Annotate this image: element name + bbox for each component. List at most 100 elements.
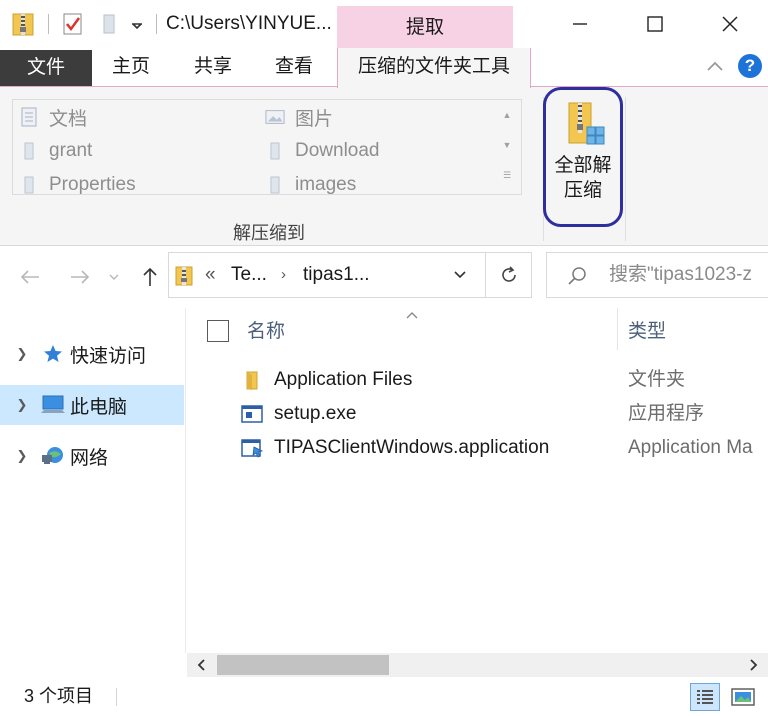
column-separator[interactable] — [617, 308, 618, 350]
minimize-icon — [573, 23, 587, 25]
search-placeholder: 搜索"tipas1023-z — [609, 264, 752, 285]
folder-icon — [19, 141, 39, 161]
details-view-button[interactable] — [690, 683, 720, 711]
sidebar-item-this-pc[interactable]: ❯ 此电脑 — [0, 385, 184, 425]
forward-button[interactable] — [62, 260, 98, 294]
chevron-right-icon[interactable]: ❯ — [12, 397, 32, 413]
search-box[interactable]: 搜索"tipas1023-z — [546, 252, 768, 298]
star-icon — [40, 342, 66, 366]
zip-folder-icon[interactable] — [12, 0, 34, 48]
destination-download[interactable]: Download — [265, 136, 380, 166]
file-type: 应用程序 — [628, 403, 705, 424]
file-name: Application Files — [274, 369, 413, 390]
breadcrumb-separator-icon[interactable]: › — [281, 253, 286, 297]
minimize-button[interactable] — [550, 0, 610, 48]
destination-label: grant — [49, 140, 93, 161]
recent-locations-button[interactable] — [104, 260, 124, 294]
zip-extract-icon — [563, 99, 607, 149]
gallery-more-icon[interactable]: ☰ — [494, 170, 520, 181]
sidebar-item-label: 此电脑 — [70, 396, 128, 418]
navigation-pane: ❯ 快速访问 ❯ 此电脑 ❯ 网络 — [0, 308, 186, 653]
destination-label: images — [295, 174, 357, 195]
destination-documents[interactable]: 文档 — [19, 102, 87, 132]
large-icons-view-button[interactable] — [728, 683, 758, 711]
refresh-button[interactable] — [486, 252, 532, 298]
folder-icon — [265, 175, 285, 195]
title-bar: C:\Users\YINYUE... 提取 — [0, 0, 768, 48]
help-button[interactable]: ? — [738, 54, 762, 78]
sidebar-item-label: 网络 — [70, 447, 109, 469]
tab-home[interactable]: 主页 — [100, 48, 162, 86]
group-separator — [625, 97, 626, 241]
gallery-scroll[interactable]: ▲ ▼ ☰ — [494, 99, 522, 195]
chevron-right-icon[interactable]: ❯ — [12, 346, 32, 362]
ribbon-tabs: 文件 主页 共享 查看 压缩的文件夹工具 ? — [0, 48, 768, 88]
computer-icon — [40, 393, 66, 417]
folder-icon — [265, 141, 285, 161]
breadcrumb-overflow[interactable]: « — [205, 253, 216, 297]
group-label-extract-to: 解压缩到 — [233, 223, 305, 243]
back-button[interactable] — [12, 260, 48, 294]
status-separator — [116, 688, 117, 706]
sidebar-item-network[interactable]: ❯ 网络 — [0, 436, 184, 476]
extract-all-button[interactable]: 全部解 压缩 — [543, 87, 625, 227]
address-bar[interactable]: « Te... › tipas1... — [168, 252, 486, 298]
table-row[interactable]: setup.exe 应用程序 — [187, 397, 768, 431]
tab-view[interactable]: 查看 — [263, 48, 325, 86]
breadcrumb-item[interactable]: tipas1... — [303, 253, 370, 297]
select-all-checkbox[interactable] — [207, 320, 229, 342]
new-folder-icon[interactable] — [102, 0, 116, 48]
navigation-bar: « Te... › tipas1... 搜索"tipas1023-z — [0, 246, 768, 308]
gallery-scroll-up-icon[interactable]: ▲ — [494, 110, 520, 120]
exe-icon — [241, 403, 263, 425]
destination-label: 图片 — [295, 108, 334, 130]
table-row[interactable]: Application Files 文件夹 — [187, 363, 768, 397]
chevron-down-icon — [454, 271, 466, 279]
maximize-button[interactable] — [625, 0, 685, 48]
extract-all-label: 全部解 压缩 — [543, 153, 623, 203]
arrow-left-icon — [20, 270, 39, 284]
status-bar: 3 个项目 — [0, 677, 768, 716]
destination-grant[interactable]: grant — [19, 136, 92, 166]
scroll-left-icon[interactable] — [187, 653, 215, 677]
chevron-right-icon[interactable]: ❯ — [12, 448, 32, 464]
horizontal-scrollbar[interactable] — [187, 653, 768, 677]
documents-icon — [19, 107, 39, 127]
destination-pictures[interactable]: 图片 — [265, 102, 333, 132]
quick-access-separator — [48, 14, 49, 34]
column-header-name[interactable]: 名称 — [247, 314, 285, 350]
close-button[interactable] — [700, 0, 760, 48]
ribbon-collapse-chevron-icon[interactable] — [704, 56, 726, 78]
destination-images[interactable]: images — [265, 170, 356, 200]
properties-check-icon[interactable] — [62, 0, 84, 48]
file-type: 文件夹 — [628, 369, 686, 390]
context-tab-label: 提取 — [337, 6, 513, 48]
address-dropdown-button[interactable] — [445, 253, 475, 297]
table-row[interactable]: TIPASClientWindows.application Applicati… — [187, 431, 768, 465]
sidebar-item-label: 快速访问 — [70, 345, 147, 367]
extract-all-line2: 压缩 — [563, 180, 602, 201]
large-icons-view-icon — [731, 688, 755, 706]
folder-icon — [19, 175, 39, 195]
tab-file[interactable]: 文件 — [0, 50, 92, 86]
column-header-type[interactable]: 类型 — [628, 314, 666, 350]
pictures-icon — [265, 107, 285, 127]
arrow-right-icon — [71, 270, 90, 284]
extract-destination-gallery: 文档 图片 grant Download Properties images — [12, 99, 506, 195]
gallery-scroll-down-icon[interactable]: ▼ — [494, 140, 520, 150]
file-name: setup.exe — [274, 403, 357, 424]
up-button[interactable] — [132, 260, 168, 294]
network-icon — [40, 444, 66, 468]
title-separator — [156, 14, 157, 34]
breadcrumb-item[interactable]: Te... — [231, 253, 267, 297]
sidebar-item-quick-access[interactable]: ❯ 快速访问 — [0, 334, 184, 374]
zip-folder-icon — [175, 265, 193, 287]
tab-share[interactable]: 共享 — [182, 48, 244, 86]
scrollbar-thumb[interactable] — [217, 655, 389, 675]
application-manifest-icon — [241, 437, 264, 459]
scroll-right-icon[interactable] — [740, 653, 768, 677]
destination-properties[interactable]: Properties — [19, 170, 136, 200]
tab-compressed-folder-tools[interactable]: 压缩的文件夹工具 — [337, 48, 531, 88]
details-view-icon — [697, 690, 713, 704]
chevron-down-icon[interactable] — [130, 0, 144, 48]
